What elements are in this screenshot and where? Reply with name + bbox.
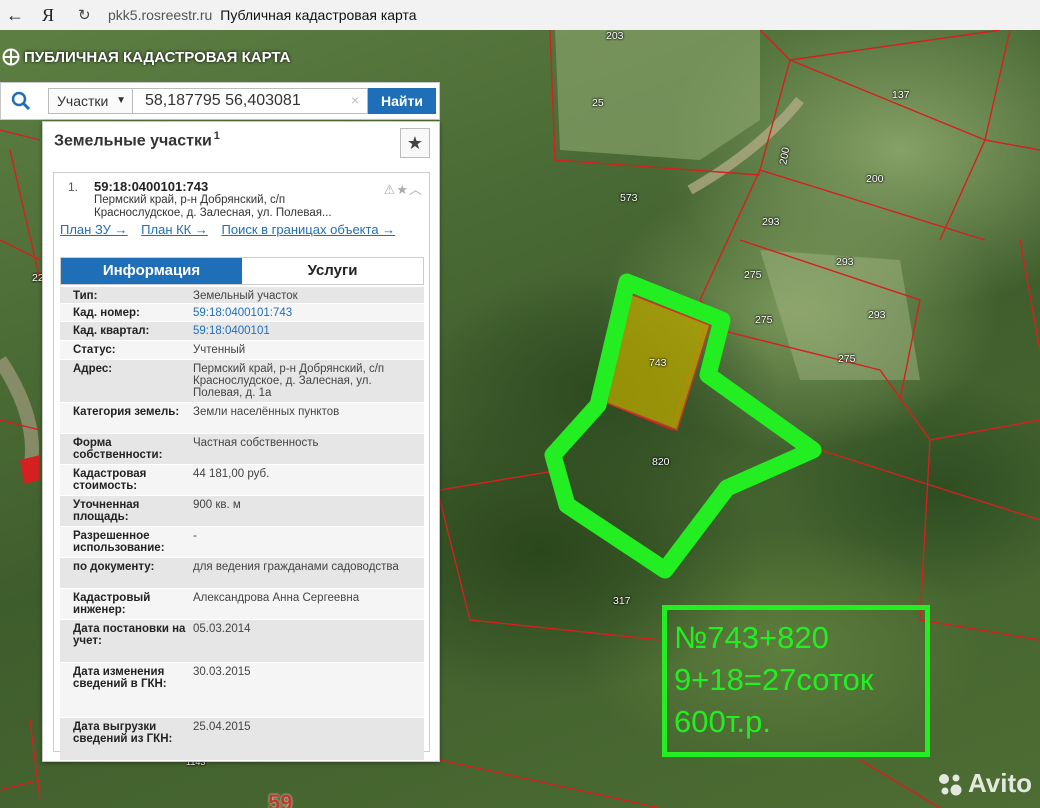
property-row: Кад. номер: 59:18:0400101:743 <box>60 304 424 322</box>
favorite-button[interactable]: ★ <box>400 128 430 158</box>
property-row: Адрес: Пермский край, р-н Добрянский, с/п… <box>60 360 424 403</box>
address-bar-url[interactable]: pkk5.rosreestr.ru <box>108 7 212 23</box>
search-bar: Участки ▼ × Найти <box>0 82 440 120</box>
map-label-743: 743 <box>649 357 667 369</box>
panel-title: Земельные участки 1 <box>54 130 220 150</box>
map-label-203: 203 <box>606 30 624 42</box>
map-label-293: 293 <box>762 216 780 228</box>
results-count: 1 <box>213 130 220 142</box>
link-plan-zu[interactable]: План ЗУ → <box>60 222 128 237</box>
map-label-820: 820 <box>652 456 670 468</box>
annotation-line-area: 9+18=27соток <box>674 662 874 697</box>
property-row: Форма собственности: Частная собственност… <box>60 434 424 465</box>
property-row: Дата изменения сведений в ГКН: 30.03.2015 <box>60 663 424 718</box>
tab-information[interactable]: Информация <box>61 258 242 284</box>
search-type-value: Участки <box>57 93 109 109</box>
map-label-200: 200 <box>777 146 793 166</box>
property-row: Разрешенное использование: - <box>60 527 424 558</box>
link-search-in-bounds[interactable]: Поиск в границах объекта → <box>222 222 396 237</box>
reload-icon[interactable]: ↻ <box>78 6 102 24</box>
map-label-317: 317 <box>613 595 631 607</box>
avito-watermark: Avito <box>936 768 1032 799</box>
property-row: Тип: Земельный участок <box>60 287 424 304</box>
page-title: Публичная кадастровая карта <box>220 7 417 23</box>
chevron-down-icon: ▼ <box>116 95 126 106</box>
map-label-293: 293 <box>868 309 886 321</box>
search-icon[interactable] <box>11 91 31 111</box>
result-links: План ЗУ → План КК → Поиск в границах объ… <box>60 223 420 237</box>
annotation-line-parcels: №743+820 <box>674 620 829 655</box>
link-plan-kk[interactable]: План КК → <box>141 222 208 237</box>
results-panel: Земельные участки 1 ★ 1. 59:18:0400101:74… <box>42 121 440 762</box>
result-index: 1. <box>68 180 79 194</box>
properties-table: Тип: Земельный участок Кад. номер: 59:18:0… <box>60 287 424 761</box>
property-row: Кадастровая стоимость: 44 181,00 руб. <box>60 465 424 496</box>
property-row: Кад. квартал: 59:18:0400101 <box>60 322 424 341</box>
property-row: Кадастровый инженер: Александрова Анна Се… <box>60 589 424 620</box>
annotation-box: №743+820 9+18=27соток 600т.р. <box>662 605 930 757</box>
property-row: по документу: для ведения гражданами садо… <box>60 558 424 589</box>
yandex-logo[interactable]: Я <box>42 5 72 26</box>
star-icon: ★ <box>406 133 424 153</box>
result-tabs: Информация Услуги <box>60 257 424 285</box>
search-type-select[interactable]: Участки ▼ <box>48 88 133 114</box>
star-icon: ★ <box>396 182 409 197</box>
property-row: Дата постановки на учет: 05.03.2014 <box>60 620 424 663</box>
tab-services[interactable]: Услуги <box>242 258 423 284</box>
chevron-up-icon: ︿ <box>408 182 423 197</box>
map-label-573: 573 <box>620 192 638 204</box>
map-label-275: 275 <box>755 314 773 326</box>
search-input[interactable] <box>133 88 368 114</box>
property-row: Статус: Учтенный <box>60 341 424 360</box>
clear-search-icon[interactable]: × <box>351 92 359 108</box>
back-arrow-icon[interactable]: ← <box>6 5 28 26</box>
property-row: Уточненная площадь: 900 кв. м <box>60 496 424 527</box>
map-label-275: 275 <box>838 353 856 365</box>
app-title: ПУБЛИЧНАЯ КАДАСТРОВАЯ КАРТА <box>24 48 291 66</box>
property-row: Дата выгрузки сведений из ГКН: 25.04.2015 <box>60 718 424 761</box>
map-label-200: 200 <box>866 173 884 185</box>
warning-icon: ⚠ <box>383 182 397 197</box>
map-label-293: 293 <box>836 256 854 268</box>
avito-watermark-text: Avito <box>968 768 1033 798</box>
result-action-icons[interactable]: ⚠★︿ <box>384 179 423 198</box>
annotation-line-price: 600т.р. <box>674 704 771 739</box>
map-label-25: 25 <box>592 97 604 109</box>
browser-toolbar: ← Я ↻ pkk5.rosreestr.ru Публичная кадаст… <box>0 0 1040 31</box>
avito-logo-icon <box>939 773 962 795</box>
result-address: Пермский край, р-н Добрянский, с/п Красн… <box>94 194 332 219</box>
property-row: Категория земель: Земли населённых пункто… <box>60 403 424 434</box>
result-card: 1. 59:18:0400101:743 Пермский край, р-н … <box>53 172 430 761</box>
map-label-137: 137 <box>892 89 910 101</box>
app-logo[interactable]: ПУБЛИЧНАЯ КАДАСТРОВАЯ КАРТА <box>0 44 290 70</box>
result-cad-number[interactable]: 59:18:0400101:743 <box>94 179 208 194</box>
cadastral-logo-icon <box>2 48 20 66</box>
map-label-275: 275 <box>744 269 762 281</box>
find-button[interactable]: Найти <box>368 88 436 114</box>
map-label-59: 59 <box>268 790 293 808</box>
